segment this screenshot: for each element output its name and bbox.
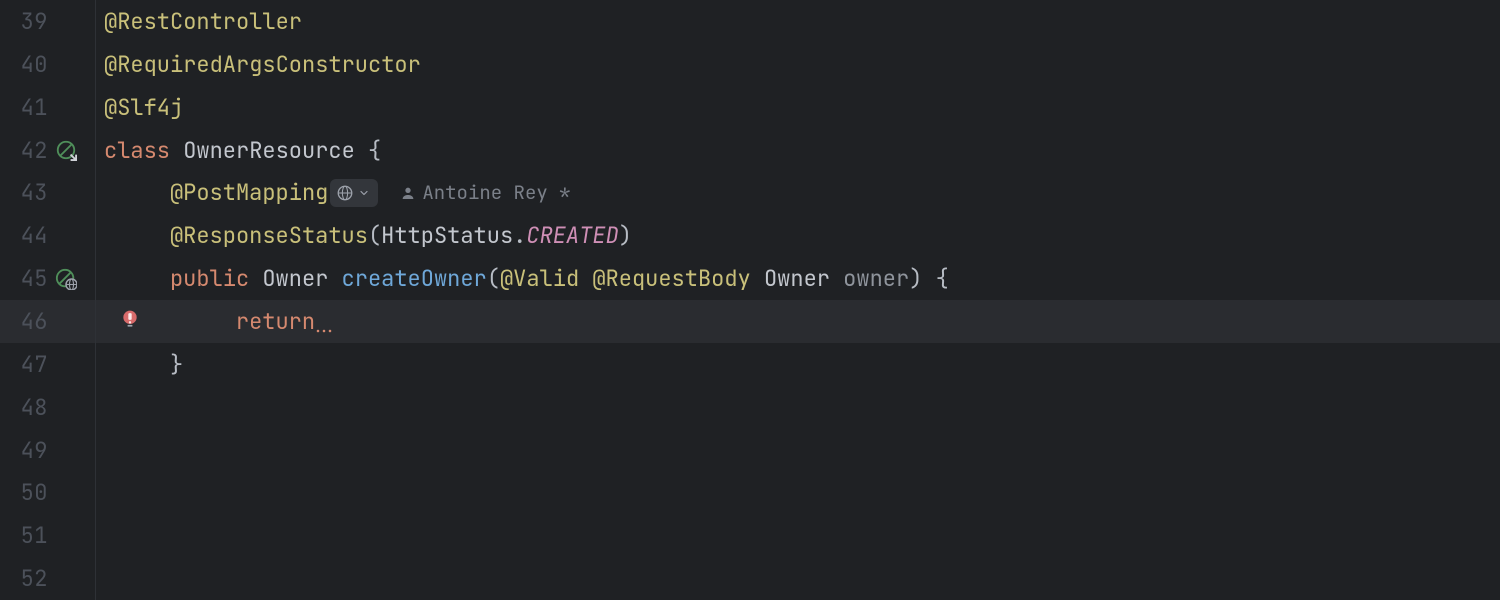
code-editor[interactable]: 39 @RestController 40 @RequiredArgsConstruc… — [0, 0, 1500, 600]
token: CREATED — [526, 221, 618, 250]
token: HttpStatus — [381, 221, 513, 250]
gutter[interactable]: 42 — [0, 129, 96, 172]
token: public — [170, 264, 262, 293]
line-number: 52 — [18, 564, 48, 593]
coverage-none-icon[interactable] — [54, 138, 78, 162]
code-line[interactable]: 47} — [0, 343, 1500, 386]
token: @PostMapping — [170, 178, 328, 207]
line-number: 44 — [18, 221, 48, 250]
gutter[interactable]: 46 — [0, 300, 96, 343]
gutter[interactable]: 52 — [0, 557, 96, 600]
gutter-icons — [54, 138, 78, 162]
code-line[interactable]: 44 @ResponseStatus(HttpStatus.CREATED) — [0, 214, 1500, 257]
token: ( — [487, 264, 500, 293]
url-inlay-chip[interactable] — [330, 179, 378, 207]
code-content[interactable] — [96, 471, 1500, 514]
coverage-web-icon[interactable] — [54, 267, 78, 291]
token: ) { — [909, 264, 949, 293]
line-number: 51 — [18, 521, 48, 550]
code-content[interactable] — [96, 429, 1500, 472]
code-content[interactable]: } — [96, 343, 1500, 386]
token: @RestController — [104, 7, 302, 36]
token: { — [368, 136, 381, 165]
code-line[interactable]: 52 — [0, 557, 1500, 600]
token: createOwner — [342, 264, 487, 293]
token: @Slf4j — [104, 93, 183, 122]
line-number: 40 — [18, 50, 48, 79]
code-content[interactable]: @PostMapping Antoine Rey * — [96, 171, 1500, 214]
code-content[interactable]: @RestController — [96, 0, 1500, 43]
code-content[interactable] — [96, 557, 1500, 600]
code-line[interactable]: 48 — [0, 386, 1500, 429]
gutter[interactable]: 47 — [0, 343, 96, 386]
token: ) — [619, 221, 632, 250]
token: return — [236, 307, 315, 336]
line-number: 46 — [18, 307, 48, 336]
code-line[interactable]: 46 return — [0, 300, 1500, 343]
token: class — [104, 136, 183, 165]
line-number: 49 — [18, 436, 48, 465]
code-line[interactable]: 45 public Owner createOwner(@Valid @Requ… — [0, 257, 1500, 300]
code-line[interactable]: 49 — [0, 429, 1500, 472]
gutter[interactable]: 44 — [0, 214, 96, 257]
token: } — [170, 350, 183, 379]
line-number: 48 — [18, 393, 48, 422]
gutter[interactable]: 50 — [0, 471, 96, 514]
code-line[interactable]: 51 — [0, 514, 1500, 557]
code-content[interactable]: @ResponseStatus(HttpStatus.CREATED) — [96, 214, 1500, 257]
token: OwnerResource — [183, 136, 368, 165]
line-number: 39 — [18, 7, 48, 36]
gutter-icons — [54, 267, 78, 291]
gutter[interactable]: 49 — [0, 429, 96, 472]
author-name: Antoine Rey * — [422, 180, 570, 205]
token: @Valid — [500, 264, 592, 293]
code-line[interactable]: 50 — [0, 471, 1500, 514]
gutter[interactable]: 45 — [0, 257, 96, 300]
token: Owner — [262, 264, 341, 293]
gutter[interactable]: 43 — [0, 171, 96, 214]
intention-bulb-icon[interactable] — [120, 309, 140, 329]
token: @RequiredArgsConstructor — [104, 50, 421, 79]
line-number: 50 — [18, 478, 48, 507]
gutter[interactable]: 41 — [0, 86, 96, 129]
code-content[interactable]: return — [96, 300, 1500, 343]
code-content[interactable]: public Owner createOwner(@Valid @Request… — [96, 257, 1500, 300]
line-number: 41 — [18, 93, 48, 122]
author-code-vision[interactable]: Antoine Rey * — [400, 180, 570, 205]
code-line[interactable]: 40 @RequiredArgsConstructor — [0, 43, 1500, 86]
line-number: 43 — [18, 178, 48, 207]
token: . — [513, 221, 526, 250]
code-content[interactable] — [96, 514, 1500, 557]
code-content[interactable]: class OwnerResource { — [96, 129, 1500, 172]
token: Owner — [764, 264, 843, 293]
code-content[interactable]: @Slf4j — [96, 86, 1500, 129]
token: ( — [368, 221, 381, 250]
token: @ResponseStatus — [170, 221, 368, 250]
line-number: 45 — [18, 264, 48, 293]
line-number: 42 — [18, 136, 48, 165]
gutter[interactable]: 39 — [0, 0, 96, 43]
token: owner — [843, 264, 909, 293]
gutter[interactable]: 48 — [0, 386, 96, 429]
error-squiggle-icon — [315, 328, 333, 334]
code-line[interactable]: 42 class OwnerResource { — [0, 129, 1500, 172]
code-line[interactable]: 43 @PostMapping Antoine Rey * — [0, 171, 1500, 214]
token: @RequestBody — [592, 264, 764, 293]
code-content[interactable]: @RequiredArgsConstructor — [96, 43, 1500, 86]
line-number: 47 — [18, 350, 48, 379]
gutter[interactable]: 40 — [0, 43, 96, 86]
code-line[interactable]: 41 @Slf4j — [0, 86, 1500, 129]
code-line[interactable]: 39 @RestController — [0, 0, 1500, 43]
code-content[interactable] — [96, 386, 1500, 429]
gutter[interactable]: 51 — [0, 514, 96, 557]
